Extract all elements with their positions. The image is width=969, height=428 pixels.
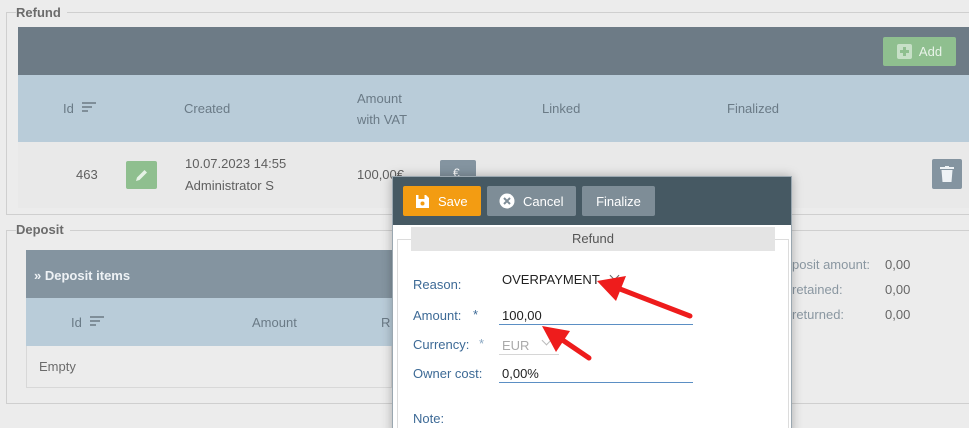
currency-required-mark: * [479,336,485,351]
finalize-button-label: Finalize [596,193,641,209]
deposit-column-amount: Amount [252,315,297,330]
empty-text: Empty [39,359,76,374]
summary-label-amount: posit amount: [792,257,871,272]
floppy-disk-icon [416,194,429,208]
modal-toolbar: Save Cancel Finalize [393,177,791,225]
column-finalized: Finalized [727,101,780,116]
summary-value-amount: 0,00 [885,257,911,272]
row-created-by: Administrator S [185,178,274,193]
amount-required-mark: * [473,307,479,322]
column-linked: Linked [542,101,581,116]
deposit-empty-row: Empty [26,346,392,388]
refund-modal: Save Cancel Finalize Refund Reason: OVER… [392,176,792,428]
sort-icon[interactable] [82,102,96,112]
finalize-button[interactable]: Finalize [582,186,655,216]
row-id: 463 [76,167,98,182]
save-button[interactable]: Save [403,186,481,216]
refund-table-header: Id Created Amount with VAT Linked Finali… [18,75,969,142]
summary-value-retained: 0,00 [885,282,911,297]
amount-input-underline [499,324,693,325]
amount-input[interactable]: 100,00 [502,308,542,323]
currency-underline [499,354,559,355]
cancel-button[interactable]: Cancel [487,186,576,216]
sort-icon[interactable] [90,316,104,326]
summary-label-returned: returned: [792,307,845,322]
deposit-column-third: R [381,315,391,330]
column-created: Created [184,101,231,116]
owner-cost-underline [499,382,693,383]
currency-select[interactable]: EUR [502,338,529,353]
edit-button[interactable] [126,161,157,189]
close-circle-icon [499,193,515,209]
owner-cost-label: Owner cost: [413,366,483,381]
summary-label-retained: retained: [792,282,843,297]
pencil-icon [136,170,147,181]
deposit-table-header: Id Amount R [26,298,392,346]
delete-button[interactable] [932,159,962,189]
reason-select[interactable]: OVERPAYMENT [502,272,600,287]
column-amount-line2: with VAT [357,112,408,127]
tab-refund[interactable]: Refund [411,227,775,251]
owner-cost-input[interactable]: 0,00% [502,366,539,381]
deposit-column-id[interactable]: Id [71,315,82,330]
amount-label: Amount: [413,308,462,323]
summary-value-returned: 0,00 [885,307,911,322]
plus-icon [896,44,912,59]
deposit-items-title: » Deposit items [34,268,131,283]
modal-form-frame [397,239,789,428]
reason-label: Reason: [413,277,462,292]
note-label: Note: [413,411,445,426]
column-id[interactable]: Id [63,101,74,116]
refund-toolbar [18,27,969,75]
cancel-button-label: Cancel [523,193,564,209]
trash-icon [940,166,954,182]
add-button-label: Add [918,44,943,59]
currency-label: Currency: [413,337,470,352]
row-created-date: 10.07.2023 14:55 [185,156,287,171]
save-button-label: Save [438,193,468,209]
deposit-items-header[interactable]: » Deposit items [26,250,392,298]
column-amount-line1: Amount [357,91,402,106]
add-button[interactable]: Add [883,37,956,66]
